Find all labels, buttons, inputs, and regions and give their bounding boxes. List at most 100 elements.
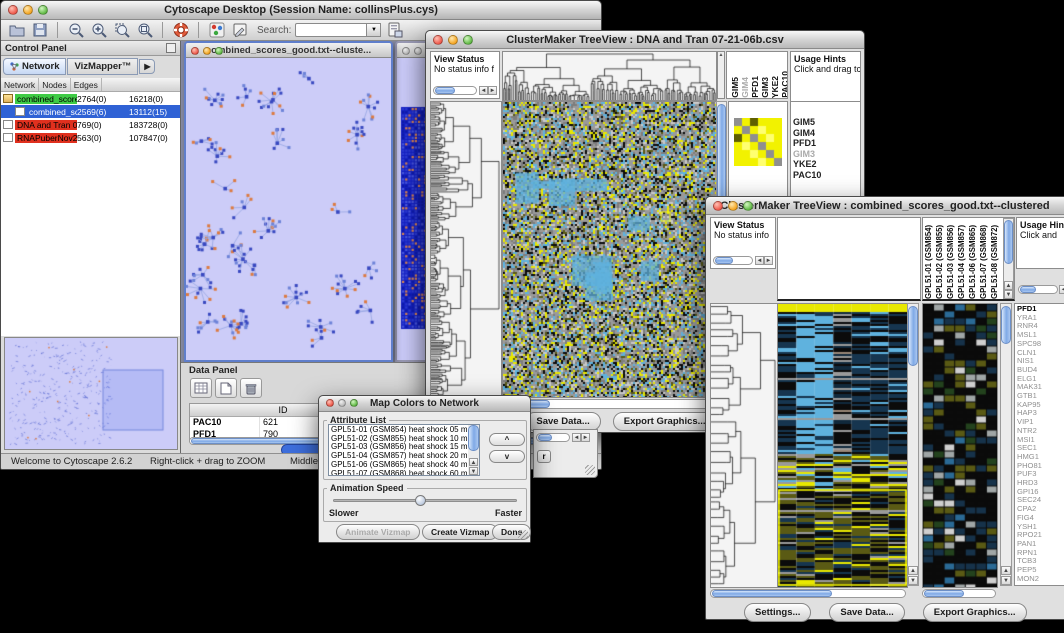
minimize-button[interactable] (338, 399, 346, 407)
network-row[interactable]: RNAPuberNov2+ 563(0) 107847(0) (1, 131, 180, 144)
treeview-action-button[interactable]: Settings... (744, 603, 811, 622)
scroll-up-arrow[interactable]: ▲ (469, 458, 478, 466)
minimize-button[interactable] (448, 35, 458, 45)
help-lifebuoy-icon[interactable] (171, 21, 190, 39)
vizmapper-nodes-icon[interactable] (207, 21, 226, 39)
open-file-icon[interactable] (7, 21, 26, 39)
gene-label[interactable]: GIM4 (793, 128, 858, 139)
network-row[interactable]: DNA and Tran 07 769(0) 183728(0) (1, 118, 180, 131)
status-hscrollbar[interactable] (713, 256, 753, 265)
close-button[interactable] (402, 47, 410, 55)
resize-grip[interactable] (585, 465, 595, 475)
treeview-titlebar[interactable]: ClusterMaker TreeView : combined_scores_… (706, 197, 1064, 215)
search-input[interactable] (295, 23, 367, 37)
detail-vscrollbar[interactable]: ▲ ▼ (1000, 303, 1012, 586)
scroll-down-arrow[interactable]: ▼ (1004, 290, 1013, 299)
save-icon[interactable] (30, 21, 49, 39)
array-column-label[interactable]: GPL51-02 (GSM855) (935, 217, 946, 299)
array-column-label[interactable]: GIM4 (740, 77, 749, 98)
heatmap-canvas[interactable] (777, 303, 908, 588)
scroll-right-arrow[interactable]: ► (764, 256, 773, 265)
close-button[interactable] (713, 201, 723, 211)
move-up-button[interactable]: ^ (489, 433, 525, 446)
gene-label[interactable]: PAC10 (793, 170, 858, 181)
minimize-button[interactable] (728, 201, 738, 211)
array-column-label[interactable]: GIM3 (760, 77, 769, 98)
scroll-left-arrow[interactable]: ◄ (755, 256, 764, 265)
attribute-list-item[interactable]: GPL51-07 (GSM868) heat shock 60 min (331, 470, 477, 476)
array-column-label[interactable]: PFD1 (750, 76, 759, 98)
network-list-column-header[interactable]: Nodes (39, 78, 71, 91)
search-dropdown-arrow[interactable]: ▼ (367, 23, 381, 37)
new-attribute-icon[interactable] (215, 378, 237, 398)
minimize-button[interactable] (23, 5, 33, 15)
gene-label[interactable]: GIM5 (793, 117, 858, 128)
array-column-label[interactable]: GPL51-03 (GSM856) (946, 217, 957, 299)
treeview-titlebar[interactable]: ClusterMaker TreeView : DNA and Tran 07-… (426, 31, 864, 49)
scrollbar-thumb[interactable] (1004, 220, 1013, 264)
dialog-titlebar[interactable]: Map Colors to Network (319, 396, 530, 412)
scroll-down-arrow[interactable]: ▼ (908, 576, 918, 585)
detail-heatmap-canvas[interactable] (922, 303, 998, 588)
scroll-down-arrow[interactable]: ▼ (1001, 576, 1011, 585)
select-attributes-icon[interactable] (190, 378, 212, 398)
heatmap-vscrollbar[interactable]: ▲ ▼ (907, 303, 919, 586)
zoom-in-icon[interactable] (89, 21, 108, 39)
annotation-icon[interactable] (230, 21, 249, 39)
tab-overflow-button[interactable]: ▶ (139, 59, 155, 74)
network-row[interactable]: combined_sco 2569(6) 13112(15) (1, 105, 180, 118)
network-overview-canvas[interactable] (4, 337, 178, 450)
column-dendrogram-canvas[interactable] (502, 51, 717, 101)
network-view-canvas[interactable] (186, 58, 391, 360)
float-panel-icon[interactable] (166, 43, 176, 53)
animate-vizmap-button[interactable]: Animate Vizmap (336, 524, 420, 540)
array-column-label[interactable]: GPL51-06 (GSM865) (968, 217, 979, 299)
move-down-button[interactable]: v (489, 450, 525, 463)
scroll-left-arrow[interactable]: ◄ (1059, 285, 1064, 294)
zoom-button[interactable] (215, 47, 223, 55)
network-list-column-header[interactable]: Edges (71, 78, 102, 91)
close-button[interactable] (191, 47, 199, 55)
scrollbar-thumb[interactable] (1020, 286, 1036, 293)
list-vscrollbar[interactable]: ▲ ▼ (468, 425, 479, 475)
zoom-button[interactable] (38, 5, 48, 15)
scrollbar-thumb[interactable] (1001, 306, 1011, 344)
gene-label[interactable]: GIM3 (793, 149, 858, 160)
hints-hscrollbar[interactable] (1018, 285, 1058, 294)
scrollbar-thumb[interactable] (468, 425, 479, 451)
cytoscape-titlebar[interactable]: Cytoscape Desktop (Session Name: collins… (1, 1, 601, 20)
treeview-action-button[interactable]: Save Data... (829, 603, 904, 622)
scrollbar-thumb[interactable] (712, 590, 832, 597)
array-column-label[interactable]: GPL51-07 (GSM868) (979, 217, 990, 299)
dendrogram-hscrollbar[interactable] (710, 589, 906, 598)
row-dendrogram-canvas[interactable] (430, 101, 502, 398)
scroll-up-arrow[interactable]: ▲ (1001, 566, 1011, 575)
zoom-button[interactable] (463, 35, 473, 45)
close-button[interactable] (326, 399, 334, 407)
array-column-label[interactable]: GIM5 (730, 77, 739, 98)
scrollbar-thumb[interactable] (715, 257, 733, 264)
close-button[interactable] (433, 35, 443, 45)
scroll-down-arrow[interactable]: ▼ (469, 467, 478, 475)
heatmap-canvas[interactable] (502, 101, 717, 398)
minimize-button[interactable] (203, 47, 211, 55)
gene-label[interactable]: MON2 (1017, 575, 1064, 584)
frame-titlebar[interactable]: combined_scores_good.txt--cluste... (186, 43, 391, 58)
detail-hscrollbar[interactable] (922, 589, 996, 598)
zoom-button[interactable] (350, 399, 358, 407)
array-column-label[interactable]: YKE2 (770, 76, 779, 98)
up-arrow-icon[interactable]: ▲ (718, 52, 724, 58)
speed-slider-thumb[interactable] (415, 495, 426, 506)
zoom-matrix-canvas[interactable] (734, 118, 782, 166)
import-attributes-icon[interactable] (385, 21, 404, 39)
scroll-right-arrow[interactable]: ► (488, 86, 497, 95)
treeview-action-button[interactable]: Export Graphics... (613, 412, 717, 431)
zoom-button[interactable] (743, 201, 753, 211)
fragment-hscrollbar[interactable] (536, 433, 570, 442)
close-button[interactable] (8, 5, 18, 15)
array-column-label[interactable]: GPL51-01 (GSM854) (924, 217, 935, 299)
scroll-left-arrow[interactable]: ◄ (572, 433, 581, 442)
scrollbar-thumb[interactable] (435, 87, 455, 94)
minimize-button[interactable] (414, 47, 422, 55)
scroll-up-arrow[interactable]: ▲ (1004, 281, 1013, 290)
